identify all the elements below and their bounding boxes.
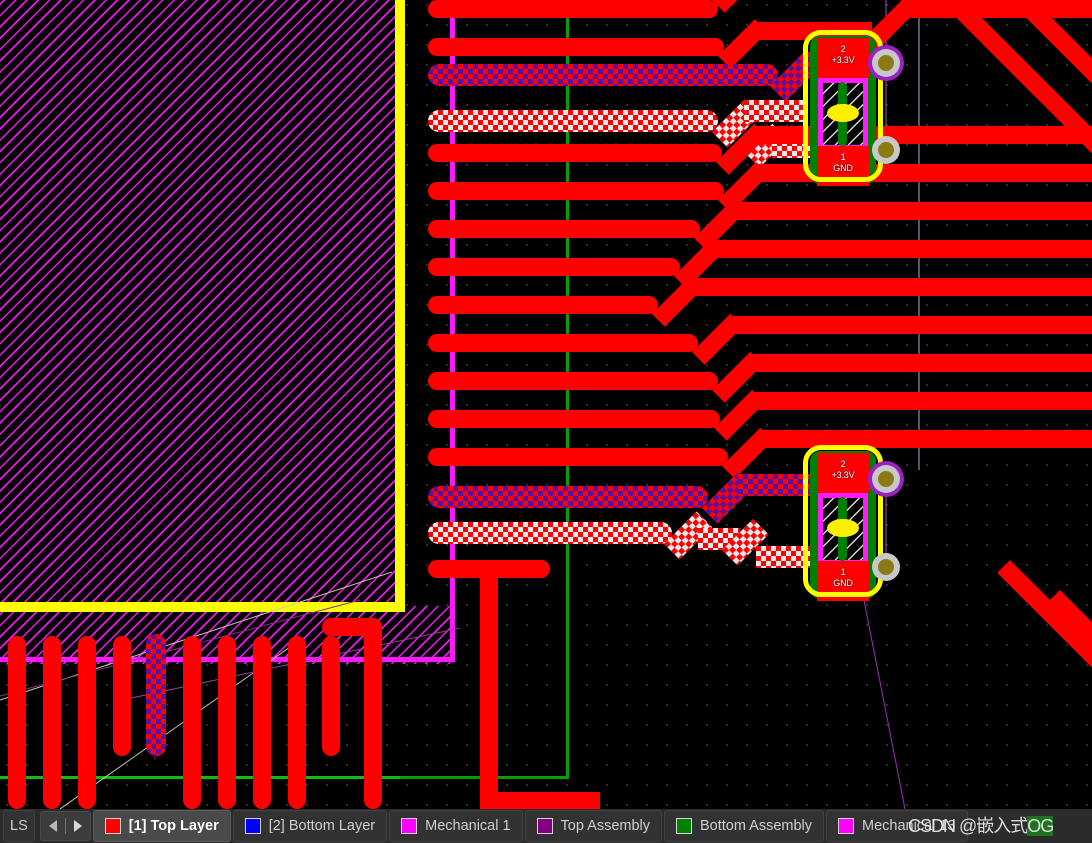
triangle-right-icon [73,820,82,832]
layer-nav-prev-button[interactable] [41,813,65,839]
trace-segment[interactable] [750,392,1092,410]
trace-segment[interactable] [428,220,700,238]
trace-comb-finger[interactable] [364,620,382,809]
via-hole [878,142,894,158]
trace-segment[interactable] [428,334,698,352]
layer-tab-top-layer[interactable]: [1] Top Layer [92,810,231,842]
layer-color-swatch-icon [104,818,121,834]
trace-selected-gnd[interactable] [428,110,718,132]
layer-tab-bar[interactable]: LS [1] Top Layer [2] Bottom Layer Mechan… [0,809,1092,843]
layer-color-swatch-icon [401,818,418,834]
layer-tab-mechanical-13[interactable]: Mechanical 13 [826,810,968,842]
trace-segment[interactable] [428,448,728,466]
via-hole [878,55,894,71]
trace-segment[interactable] [428,0,718,18]
trace-comb-finger[interactable] [78,636,96,809]
trace-comb-finger[interactable] [218,636,236,809]
trace-segment[interactable] [428,38,724,56]
trace-segment[interactable] [428,410,720,428]
trace-segment[interactable] [428,372,718,390]
trace-segment[interactable] [428,182,724,200]
via-hole [878,559,894,575]
layer-tab-mechanical-1[interactable]: Mechanical 1 [389,810,523,842]
trace-segment[interactable] [428,144,722,162]
component-capacitor-upper[interactable]: 2 +3.3V 1 GND [800,30,886,190]
pcb-canvas[interactable]: 2 +3.3V 1 GND 2 +3.3V 1 GND [0,0,1092,809]
layer-tab-label: Bottom Assembly [700,818,813,834]
layer-nav-next-button[interactable] [66,813,90,839]
trace-comb-finger[interactable] [288,636,306,809]
trace-vertical[interactable] [480,566,498,809]
component-selection-outline[interactable] [803,30,883,182]
trace-selected-3v3[interactable] [428,486,708,508]
trace-selected-gnd[interactable] [428,522,672,544]
layer-tab-top-assembly[interactable]: Top Assembly [524,810,663,842]
trace-comb-finger[interactable] [43,636,61,809]
pcb-editor-window: 2 +3.3V 1 GND 2 +3.3V 1 GND LS [1] Top L… [0,0,1092,843]
trace-selected-gnd[interactable] [744,100,806,122]
component-selection-outline[interactable] [803,445,883,597]
layer-tab-bottom-layer[interactable]: [2] Bottom Layer [232,810,388,842]
trace-segment[interactable] [748,354,1092,372]
trace-comb-finger-selected[interactable] [146,634,166,756]
layer-nav-group[interactable] [39,811,91,841]
layer-tab-label: Mechanical 13 [862,818,956,834]
layer-color-swatch-icon [676,818,693,834]
trace-segment[interactable] [688,278,1092,296]
via-bottom-1[interactable] [872,465,900,493]
trace-comb-finger[interactable] [183,636,201,809]
trace-segment[interactable] [710,240,1092,258]
trace-segment[interactable] [428,258,680,276]
component-capacitor-lower[interactable]: 2 +3.3V 1 GND [800,445,886,605]
via-hole [878,471,894,487]
trace-comb-finger[interactable] [253,636,271,809]
via-top-1[interactable] [872,49,900,77]
trace-segment[interactable] [730,202,1092,220]
layer-tab-label: Top Assembly [560,818,651,834]
layer-tab-label: [1] Top Layer [128,818,219,834]
layer-color-swatch-icon [838,818,855,834]
via-bottom-2[interactable] [872,553,900,581]
trace-comb-finger[interactable] [113,636,131,756]
layer-color-swatch-icon [536,818,553,834]
layer-color-swatch-icon [244,818,261,834]
layer-tab-edge-label: LS [10,818,28,834]
triangle-left-icon [48,820,57,832]
trace-segment[interactable] [904,0,1092,18]
layer-tab-label: Mechanical 1 [425,818,511,834]
trace-selected-3v3[interactable] [428,64,778,86]
layer-tab-bottom-assembly[interactable]: Bottom Assembly [664,810,825,842]
trace-comb-finger[interactable] [322,636,340,756]
trace-comb-finger[interactable] [8,636,26,809]
layer-tab-label: [2] Bottom Layer [268,818,376,834]
layer-tab-edge-partial[interactable]: LS [3,810,35,842]
via-top-2[interactable] [872,136,900,164]
trace-segment[interactable] [480,792,600,809]
trace-segment[interactable] [428,296,658,314]
trace-segment[interactable] [728,316,1092,334]
